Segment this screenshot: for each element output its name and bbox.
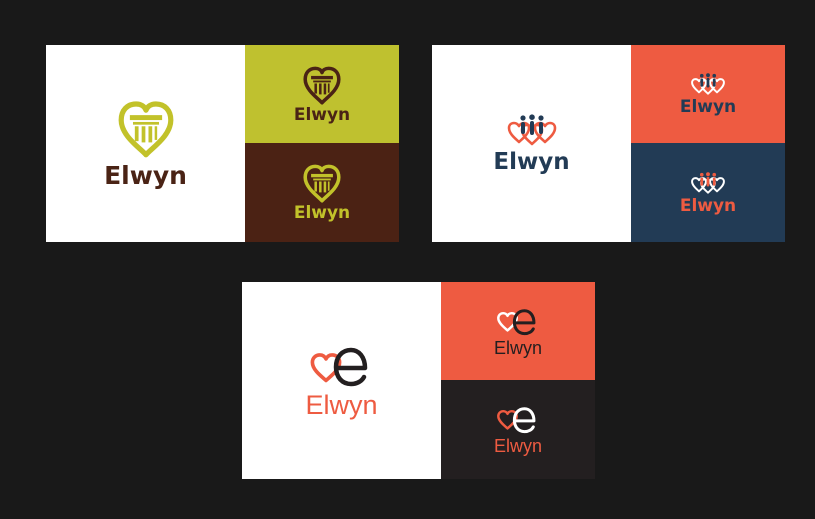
heart-column-main-panel: Elwyn (46, 45, 245, 242)
heart-letter-main-panel: Elwyn (242, 282, 441, 479)
heart-e-logo-icon (496, 306, 540, 337)
heart-letter-variants: Elwyn Elwyn (441, 282, 595, 479)
heart-figures-logo-icon (507, 113, 556, 145)
heart-letter-board: Elwyn Elwyn Elwyn (242, 282, 595, 479)
logo-wordmark: Elwyn (104, 161, 187, 190)
page: { "colors": { "background": "#191919", "… (0, 0, 815, 519)
logo-wordmark: Elwyn (493, 436, 542, 456)
logo-wordmark: Elwyn (305, 389, 378, 420)
heart-figures-coral-panel: Elwyn (631, 45, 785, 143)
logo-wordmark: Elwyn (293, 104, 351, 125)
heart-figures-variants: Elwyn Elwyn (631, 45, 785, 242)
logo-wordmark: Elwyn (679, 97, 737, 117)
heart-figures-main-panel: Elwyn (432, 45, 631, 242)
heart-figures-logo-icon (691, 73, 725, 95)
heart-column-olive-panel: Elwyn (245, 45, 399, 143)
heart-figures-board: Elwyn Elwyn Elwyn (432, 45, 785, 242)
heart-letter-charcoal-panel: Elwyn (441, 380, 595, 479)
heart-column-board: Elwyn Elwyn Elwyn (46, 45, 399, 242)
heart-column-logo-icon (115, 99, 177, 161)
logo-wordmark: Elwyn (679, 195, 737, 216)
heart-column-logo-icon (301, 65, 343, 107)
logo-wordmark: Elwyn (293, 203, 351, 223)
heart-column-brown-panel: Elwyn (245, 143, 399, 242)
heart-column-logo-icon (301, 163, 343, 205)
logo-wordmark: Elwyn (493, 337, 542, 358)
logo-wordmark: Elwyn (493, 148, 570, 175)
heart-figures-navy-panel: Elwyn (631, 143, 785, 242)
letter-e-glyph (333, 347, 367, 386)
heart-column-variants: Elwyn Elwyn (245, 45, 399, 242)
heart-figures-logo-icon (691, 171, 725, 194)
letter-e-glyph (512, 407, 536, 434)
heart-e-logo-icon (309, 343, 375, 389)
letter-e-glyph (512, 308, 536, 335)
heart-e-logo-icon (496, 404, 540, 435)
heart-letter-coral-panel: Elwyn (441, 282, 595, 380)
